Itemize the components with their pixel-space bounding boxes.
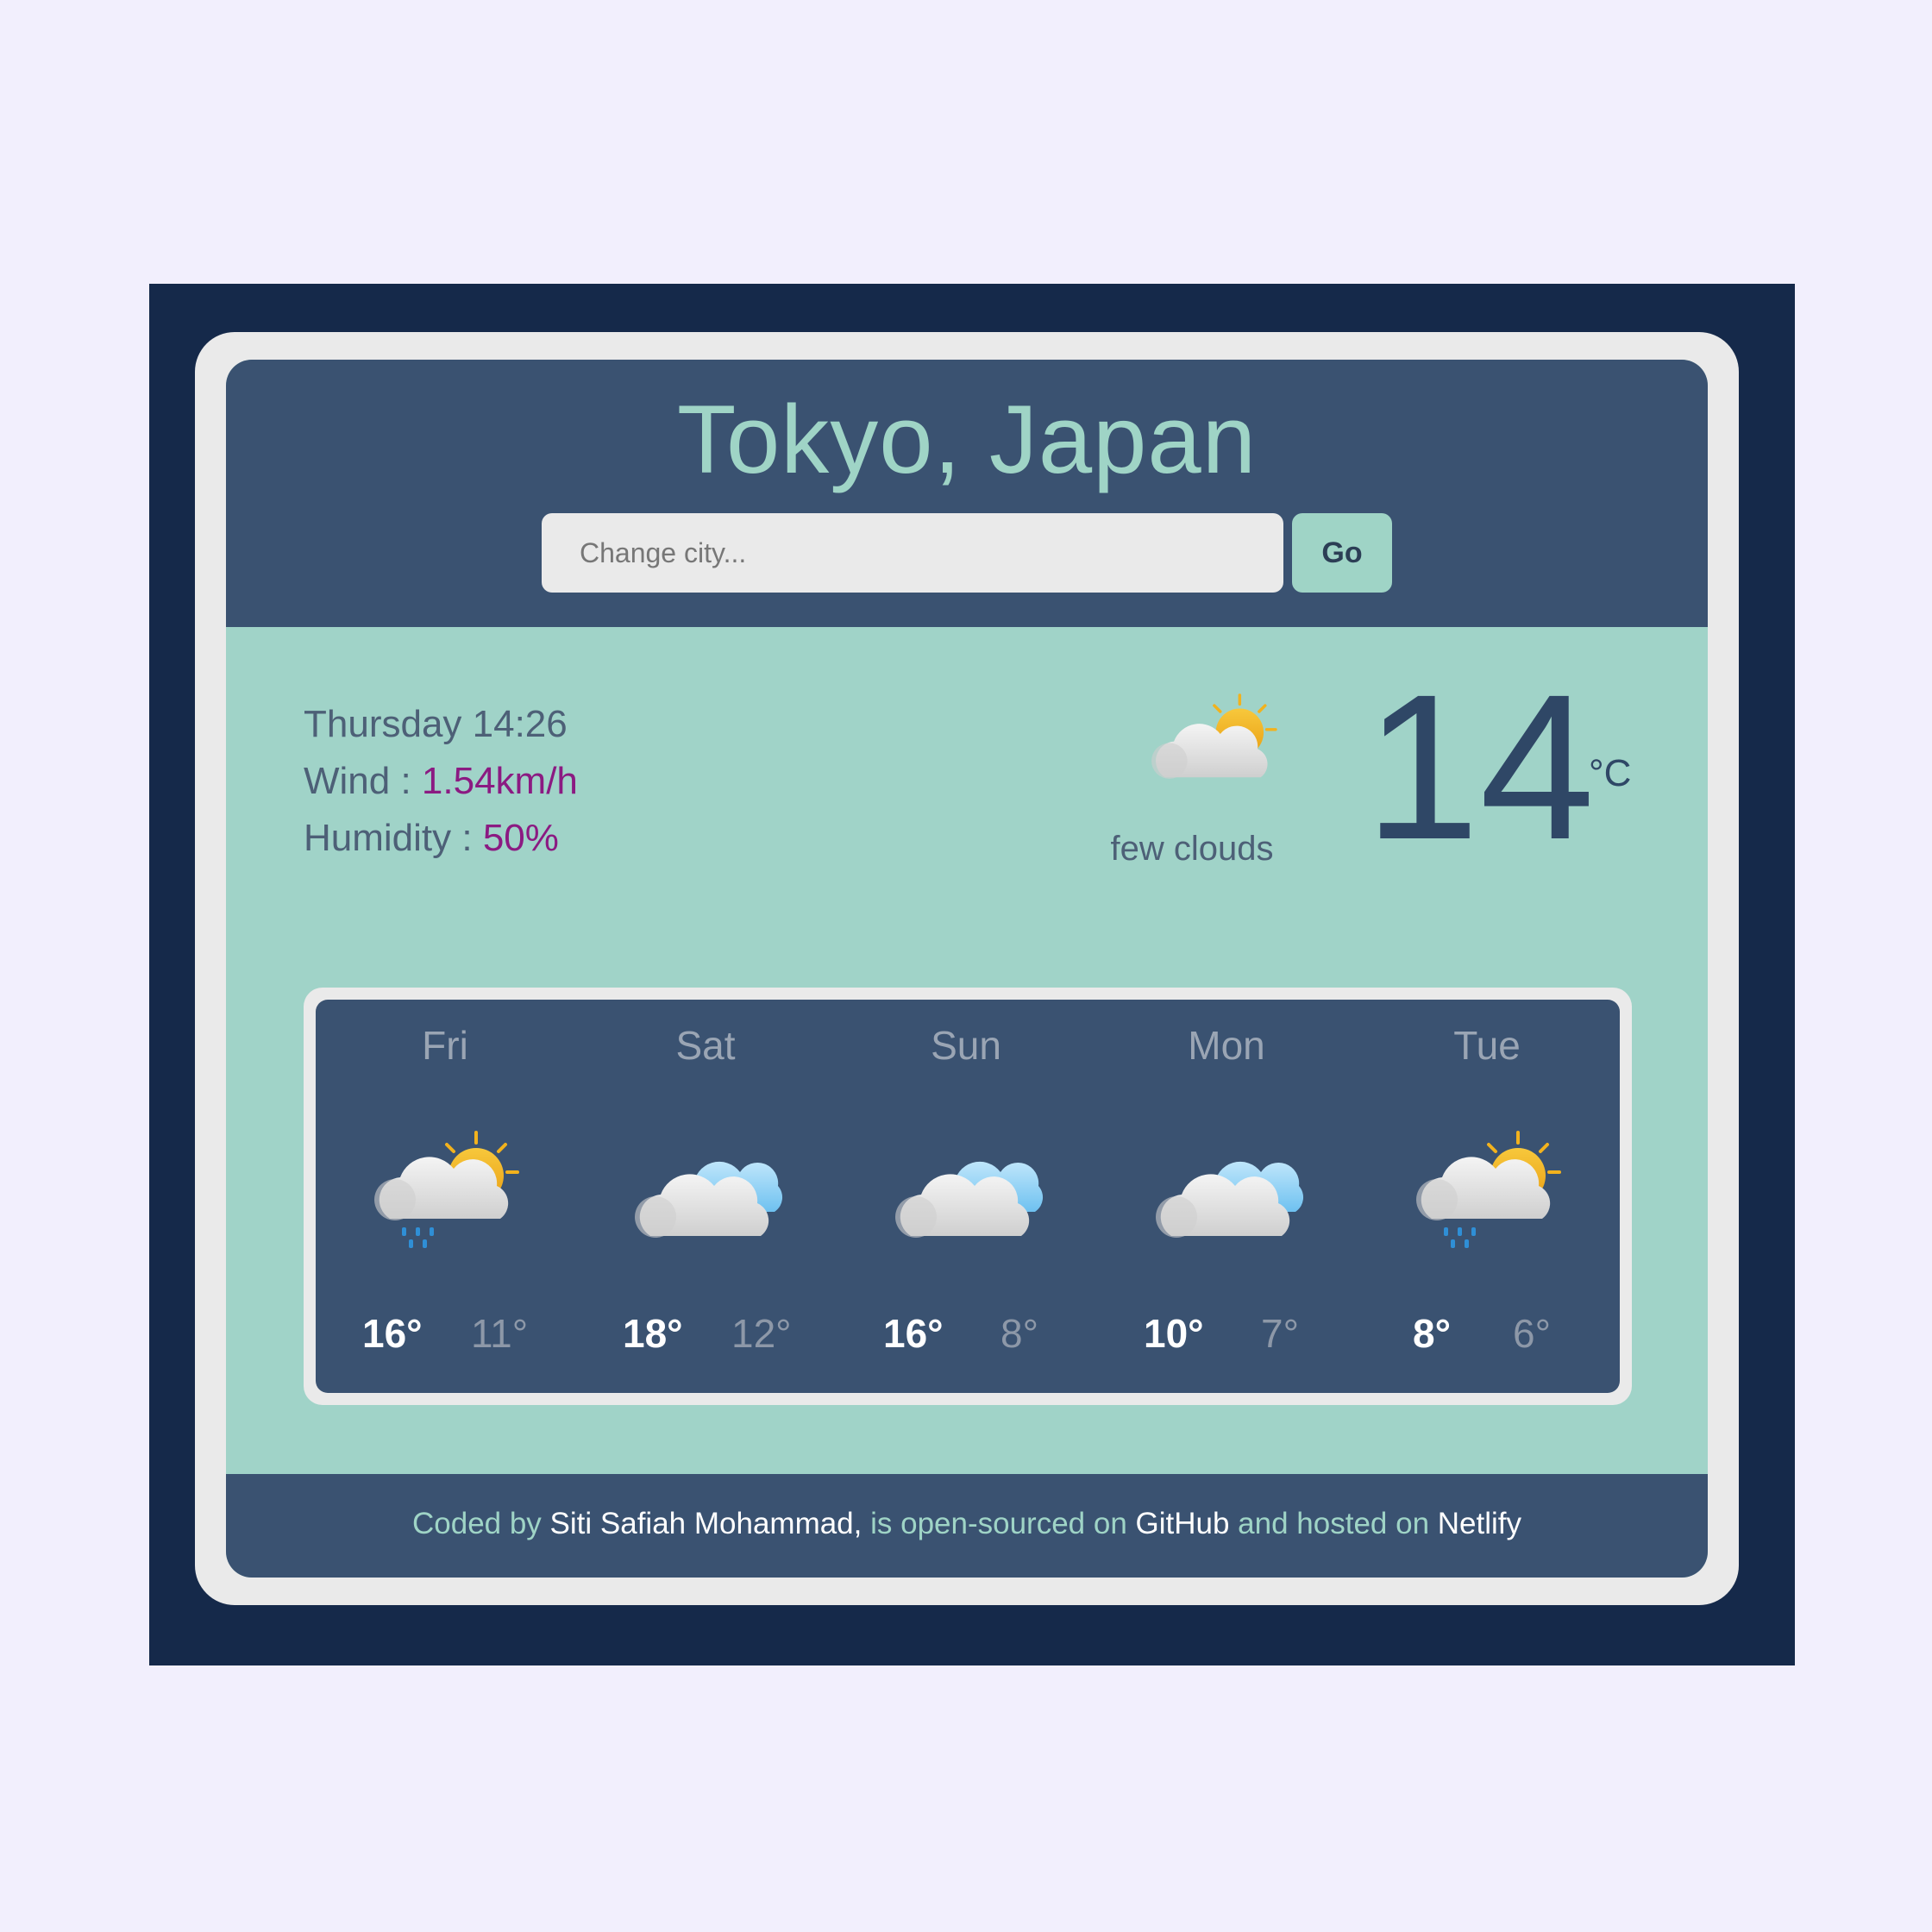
cloudy-icon: [624, 1126, 788, 1255]
forecast-day-name: Tue: [1453, 1023, 1521, 1068]
forecast-high: 16°: [362, 1311, 423, 1356]
weather-description: few clouds: [1110, 830, 1274, 868]
netlify-link[interactable]: Netlify: [1438, 1507, 1521, 1540]
forecast-low: 12°: [731, 1311, 792, 1356]
forecast-day-name: Sat: [675, 1023, 736, 1068]
current-details: Thursday 14:26 Wind : 1.54km/h Humidity …: [304, 696, 578, 867]
author-link[interactable]: Siti Safiah Mohammad,: [550, 1507, 862, 1540]
humidity-label: Humidity :: [304, 817, 483, 859]
forecast-high: 10°: [1144, 1311, 1204, 1356]
forecast-day-name: Mon: [1188, 1023, 1265, 1068]
forecast-day: Sat 18° 12°: [576, 1000, 835, 1393]
header: Tokyo, Japan Go: [226, 360, 1708, 627]
forecast-day: Fri 16° 11°: [316, 1000, 574, 1393]
footer-text-2: and hosted on: [1229, 1507, 1438, 1540]
forecast-day-name: Fri: [422, 1023, 468, 1068]
sun-cloud-rain-icon: [1406, 1126, 1570, 1255]
github-link[interactable]: GitHub: [1136, 1507, 1230, 1540]
forecast-high: 18°: [623, 1311, 683, 1356]
city-title: Tokyo, Japan: [677, 386, 1257, 493]
footer-prefix: Coded by: [411, 1507, 550, 1540]
cloudy-icon: [885, 1126, 1049, 1255]
forecast-day-name: Sun: [931, 1023, 1001, 1068]
humidity-row: Humidity : 50%: [304, 810, 578, 867]
wind-row: Wind : 1.54km/h: [304, 753, 578, 810]
wind-value: 1.54km/h: [421, 760, 578, 802]
humidity-value: 50%: [482, 817, 559, 859]
current-temperature: 14: [1364, 651, 1595, 882]
go-button[interactable]: Go: [1292, 513, 1392, 593]
footer-text-1: is open-sourced on: [862, 1507, 1136, 1540]
sun-cloud-rain-icon: [364, 1126, 528, 1255]
forecast-low: 11°: [471, 1311, 529, 1356]
temperature-unit: °C: [1589, 752, 1632, 794]
forecast-high: 8°: [1413, 1311, 1451, 1356]
forecast-day: Tue 8° 6°: [1358, 1000, 1616, 1393]
forecast-low: 6°: [1513, 1311, 1551, 1356]
forecast-panel: Fri 16° 11° Sat 18° 12° Sun 16° 8° Mon 1…: [304, 988, 1632, 1405]
forecast-low: 8°: [1000, 1311, 1038, 1356]
current-datetime: Thursday 14:26: [304, 703, 568, 745]
footer: Coded by Siti Safiah Mohammad, is open-s…: [226, 1474, 1708, 1578]
wind-label: Wind :: [304, 760, 422, 802]
cloudy-icon: [1145, 1126, 1309, 1255]
partly-cloudy-icon: [1132, 689, 1295, 801]
forecast-list: Fri 16° 11° Sat 18° 12° Sun 16° 8° Mon 1…: [316, 1000, 1620, 1393]
city-search-input[interactable]: [542, 513, 1283, 593]
weather-card: Tokyo, Japan Go Thursday 14:26 Wind : 1.…: [226, 360, 1708, 1578]
app-frame: Tokyo, Japan Go Thursday 14:26 Wind : 1.…: [195, 332, 1739, 1605]
forecast-day: Sun 16° 8°: [837, 1000, 1095, 1393]
forecast-day: Mon 10° 7°: [1097, 1000, 1356, 1393]
forecast-low: 7°: [1261, 1311, 1299, 1356]
app-background: Tokyo, Japan Go Thursday 14:26 Wind : 1.…: [149, 284, 1795, 1665]
forecast-high: 16°: [883, 1311, 944, 1356]
